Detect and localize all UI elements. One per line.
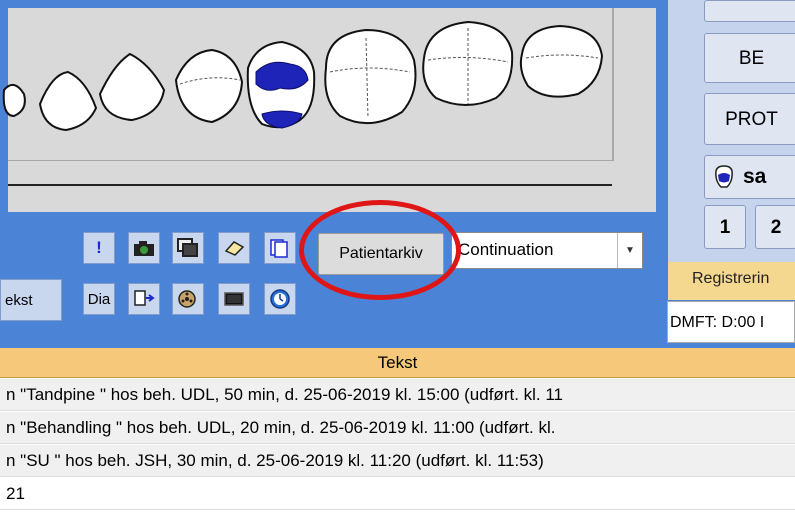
- screen-button[interactable]: [218, 283, 250, 315]
- tooth-icon: [715, 165, 733, 188]
- screen-icon: [224, 292, 244, 306]
- tooth-4: [174, 48, 244, 124]
- dia-label: Dia: [87, 290, 111, 308]
- top-panel-button[interactable]: [704, 0, 795, 22]
- continuation-dropdown[interactable]: Continuation ▼: [451, 232, 643, 269]
- table-cell: n "SU " hos beh. JSH, 30 min, d. 25-06-2…: [6, 451, 544, 470]
- chevron-down-icon[interactable]: ▼: [617, 233, 642, 268]
- tekst-header-label: Tekst: [377, 353, 418, 372]
- table-row[interactable]: n "SU " hos beh. JSH, 30 min, d. 25-06-2…: [0, 445, 795, 477]
- pages-icon: [270, 239, 288, 258]
- tekst-label: ekst: [5, 292, 33, 309]
- dmft-field: DMFT: D:00 I: [667, 301, 795, 343]
- dia-button[interactable]: Dia: [83, 283, 115, 315]
- tooth-chart[interactable]: [0, 8, 660, 158]
- exclamation-icon: !: [96, 238, 102, 257]
- tekst-button[interactable]: ekst: [0, 279, 62, 321]
- table-row[interactable]: n "Tandpine " hos beh. UDL, 50 min, d. 2…: [0, 379, 795, 411]
- tooth-3: [98, 52, 166, 122]
- table-row[interactable]: n "Behandling " hos beh. UDL, 20 min, d.…: [0, 412, 795, 444]
- film-reel-icon: [178, 290, 196, 308]
- registrering-label: Registrerin: [692, 270, 770, 287]
- chart-edge: [612, 8, 614, 160]
- prot-label: PROT: [725, 109, 778, 130]
- table-row[interactable]: 21: [0, 478, 795, 510]
- red-highlight-circle: [299, 200, 461, 300]
- camera-icon: [134, 241, 154, 256]
- be-button[interactable]: BE: [704, 33, 795, 83]
- tab-registrering[interactable]: Registrerin: [692, 264, 795, 292]
- import-button[interactable]: [128, 283, 160, 315]
- chart-baseline: [8, 184, 612, 186]
- camera-button[interactable]: [128, 232, 160, 264]
- tooth-6: [324, 28, 417, 125]
- chart-divider: [8, 160, 614, 161]
- continuation-value: Continuation: [458, 240, 554, 259]
- be-label: BE: [738, 48, 765, 69]
- table-cell: n "Behandling " hos beh. UDL, 20 min, d.…: [6, 418, 556, 437]
- tooth-2: [38, 70, 98, 132]
- sa-label: sa: [743, 165, 767, 188]
- dmft-label: DMFT: D:00 I: [670, 314, 765, 331]
- eraser-icon: [224, 241, 245, 256]
- film-button[interactable]: [172, 283, 204, 315]
- number-2-button[interactable]: 2: [755, 205, 795, 249]
- import-icon: [134, 290, 155, 306]
- prot-button[interactable]: PROT: [704, 93, 795, 145]
- exclamation-button[interactable]: !: [83, 232, 115, 264]
- tekst-column-header[interactable]: Tekst: [0, 348, 795, 378]
- pages-button[interactable]: [264, 232, 296, 264]
- table-cell: 21: [6, 484, 25, 503]
- tooth-1: [2, 83, 26, 118]
- eraser-button[interactable]: [218, 232, 250, 264]
- number-1-button[interactable]: 1: [704, 205, 746, 249]
- clock-button[interactable]: [264, 283, 296, 315]
- windows-button[interactable]: [172, 232, 204, 264]
- number-1-label: 1: [719, 217, 731, 238]
- number-2-label: 2: [770, 217, 782, 238]
- sa-button[interactable]: sa: [704, 155, 795, 199]
- clock-icon: [270, 289, 290, 309]
- tooth-8: [519, 24, 604, 98]
- table-cell: n "Tandpine " hos beh. UDL, 50 min, d. 2…: [6, 385, 564, 404]
- stacked-windows-icon: [177, 238, 198, 257]
